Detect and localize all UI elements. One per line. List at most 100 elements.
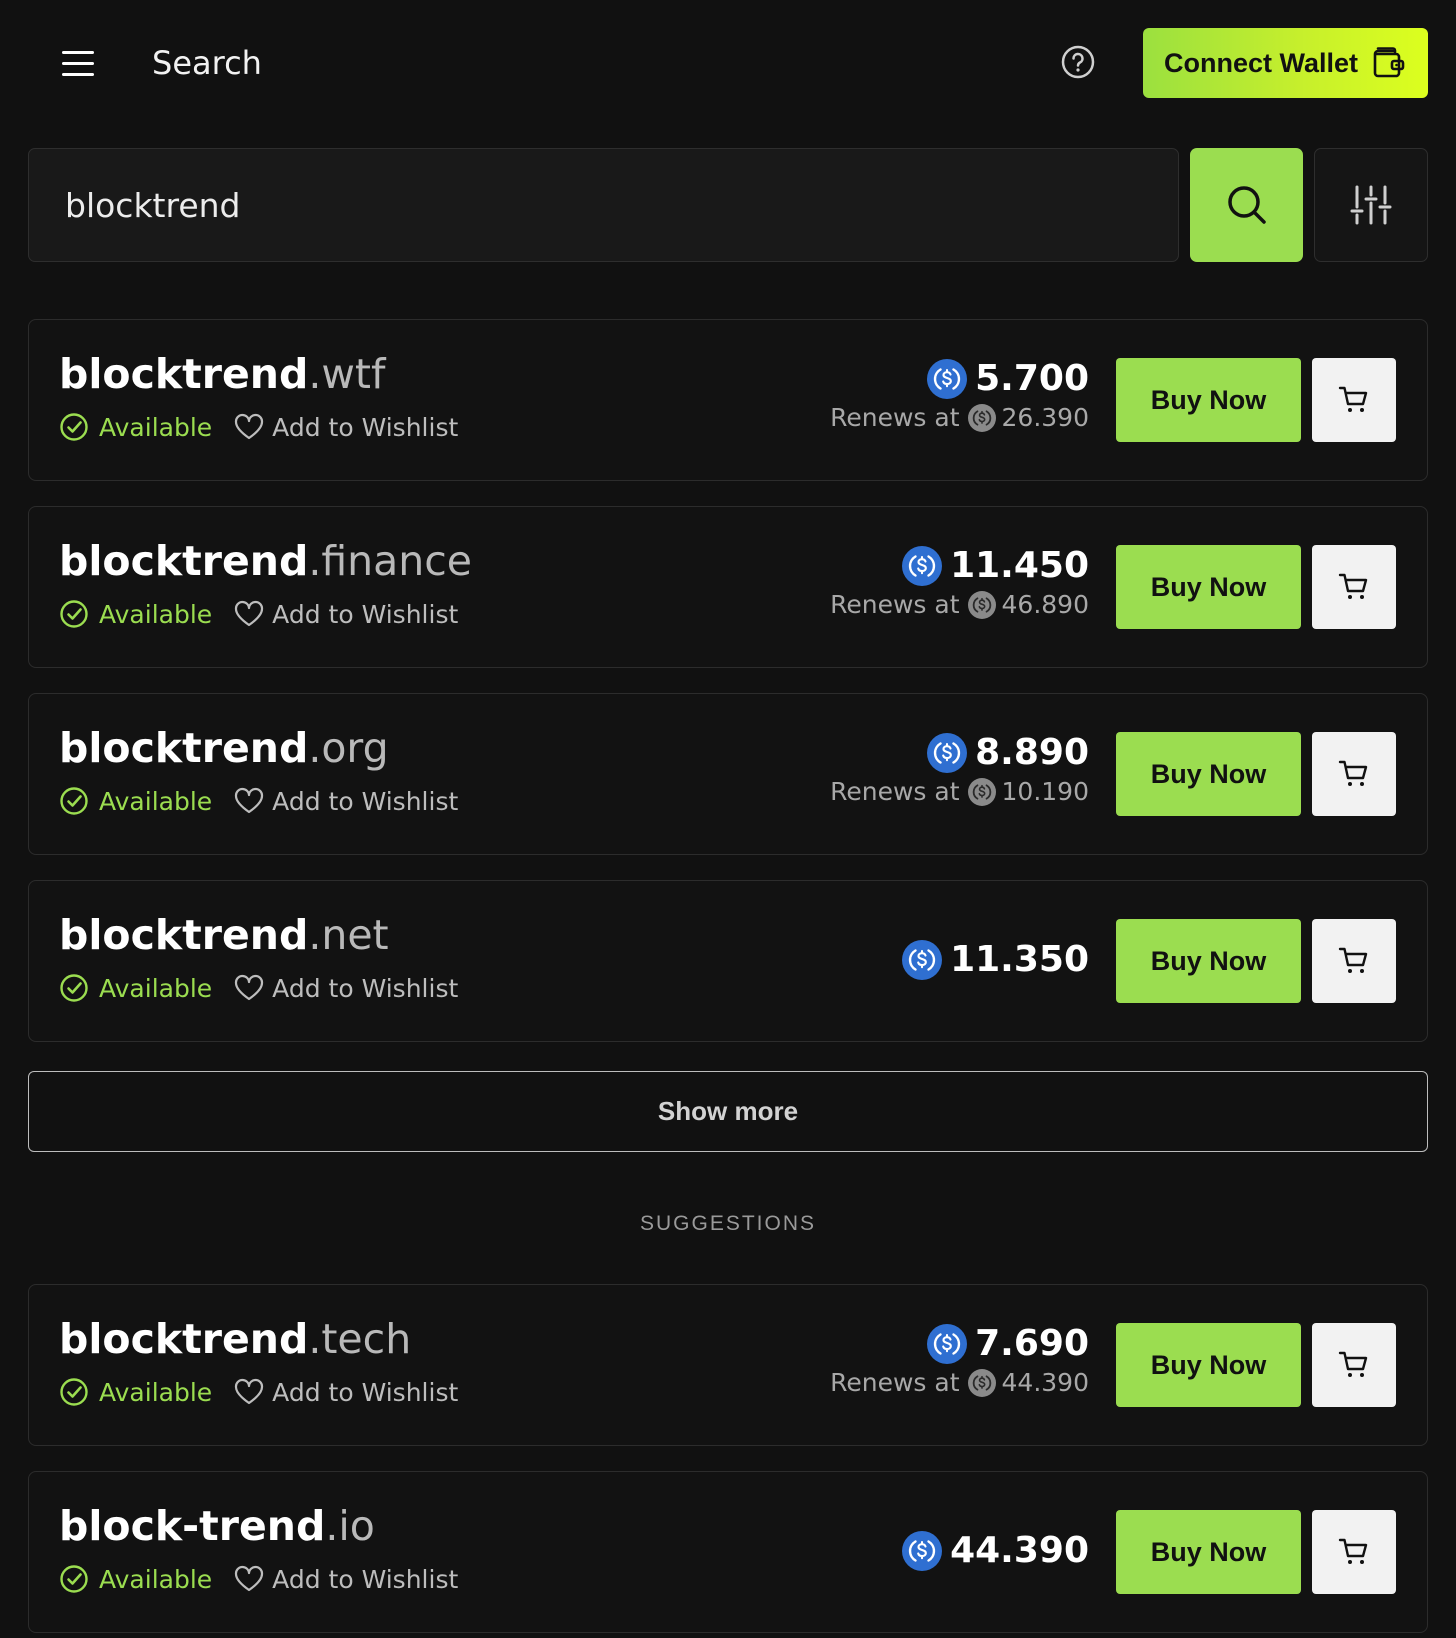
usdc-coin-icon	[927, 1323, 968, 1364]
buy-now-button[interactable]: Buy Now	[1116, 358, 1301, 442]
cart-icon	[1338, 1537, 1370, 1567]
price-value: 11.450	[950, 545, 1089, 586]
usdc-coin-icon	[967, 1368, 996, 1397]
domain-tld: .org	[308, 724, 389, 772]
cart-icon	[1338, 946, 1370, 976]
search-icon	[1225, 183, 1269, 227]
domain-name: blocktrend.tech	[59, 1315, 411, 1363]
heart-icon	[234, 600, 264, 628]
renew-label: Renews at	[830, 777, 960, 806]
wishlist-label: Add to Wishlist	[272, 786, 459, 816]
domain-tld: .net	[308, 911, 389, 959]
usdc-coin-icon	[927, 732, 968, 773]
heart-icon	[234, 413, 264, 441]
menu-icon[interactable]	[56, 42, 102, 82]
check-circle-icon	[59, 1377, 89, 1407]
usdc-coin-icon	[967, 403, 996, 432]
price-value: 5.700	[975, 358, 1089, 399]
check-circle-icon	[59, 1564, 89, 1594]
domain-tld: .wtf	[308, 350, 386, 398]
price-value: 8.890	[975, 732, 1089, 773]
price-value: 44.390	[950, 1530, 1089, 1571]
connect-wallet-label: Connect Wallet	[1164, 47, 1359, 78]
domain-card: blocktrend.org Available Add to Wishlist…	[28, 693, 1428, 855]
domain-base: blocktrend	[59, 350, 309, 398]
check-circle-icon	[59, 786, 89, 816]
usdc-coin-icon	[902, 545, 943, 586]
usdc-coin-icon	[902, 1530, 943, 1571]
renew-price: 44.390	[1001, 1368, 1089, 1397]
search-input[interactable]	[28, 148, 1179, 262]
wishlist-label: Add to Wishlist	[272, 1564, 459, 1594]
add-to-wishlist[interactable]: Add to Wishlist	[234, 600, 458, 629]
buy-now-button[interactable]: Buy Now	[1116, 1510, 1301, 1594]
domain-base: blocktrend	[59, 724, 309, 772]
status-available: Available	[99, 973, 213, 1003]
wishlist-label: Add to Wishlist	[272, 973, 459, 1003]
price-value: 11.350	[950, 939, 1089, 980]
add-to-cart-button[interactable]	[1312, 358, 1396, 442]
filter-button[interactable]	[1314, 148, 1428, 262]
add-to-wishlist[interactable]: Add to Wishlist	[234, 974, 458, 1003]
add-to-cart-button[interactable]	[1312, 919, 1396, 1003]
buy-now-button[interactable]: Buy Now	[1116, 919, 1301, 1003]
buy-now-button[interactable]: Buy Now	[1116, 1323, 1301, 1407]
cart-icon	[1338, 385, 1370, 415]
domain-tld: .finance	[308, 537, 473, 585]
add-to-cart-button[interactable]	[1312, 545, 1396, 629]
add-to-wishlist[interactable]: Add to Wishlist	[234, 787, 458, 816]
heart-icon	[234, 787, 264, 815]
connect-wallet-button[interactable]: Connect Wallet	[1143, 28, 1428, 98]
domain-base: block-trend	[59, 1502, 326, 1550]
filter-icon	[1349, 183, 1393, 227]
domain-card: blocktrend.wtf Available Add to Wishlist…	[28, 319, 1428, 481]
add-to-wishlist[interactable]: Add to Wishlist	[234, 413, 458, 442]
cart-icon	[1338, 572, 1370, 602]
wallet-icon	[1372, 47, 1406, 79]
search-button[interactable]	[1190, 148, 1303, 262]
show-more-button[interactable]: Show more	[28, 1071, 1428, 1152]
status-available: Available	[99, 1564, 213, 1594]
renew-label: Renews at	[830, 590, 960, 619]
status-available: Available	[99, 1377, 213, 1407]
add-to-cart-button[interactable]	[1312, 1510, 1396, 1594]
domain-base: blocktrend	[59, 1315, 309, 1363]
suggestions-heading: SUGGESTIONS	[639, 1212, 817, 1235]
domain-base: blocktrend	[59, 537, 309, 585]
renew-label: Renews at	[830, 1368, 960, 1397]
buy-now-button[interactable]: Buy Now	[1116, 545, 1301, 629]
check-circle-icon	[59, 412, 89, 442]
heart-icon	[234, 1565, 264, 1593]
add-to-wishlist[interactable]: Add to Wishlist	[234, 1565, 458, 1594]
usdc-coin-icon	[967, 590, 996, 619]
domain-base: blocktrend	[59, 911, 309, 959]
add-to-cart-button[interactable]	[1312, 732, 1396, 816]
check-circle-icon	[59, 599, 89, 629]
heart-icon	[234, 1378, 264, 1406]
cart-icon	[1338, 1350, 1370, 1380]
page-title: Search	[152, 44, 262, 82]
domain-name: block-trend.io	[59, 1502, 375, 1550]
usdc-coin-icon	[902, 939, 943, 980]
add-to-wishlist[interactable]: Add to Wishlist	[234, 1378, 458, 1407]
status-available: Available	[99, 412, 213, 442]
wishlist-label: Add to Wishlist	[272, 599, 459, 629]
renew-price: 10.190	[1001, 777, 1089, 806]
wishlist-label: Add to Wishlist	[272, 1377, 459, 1407]
help-icon[interactable]	[1060, 44, 1096, 80]
wishlist-label: Add to Wishlist	[272, 412, 459, 442]
heart-icon	[234, 974, 264, 1002]
buy-now-button[interactable]: Buy Now	[1116, 732, 1301, 816]
domain-name: blocktrend.org	[59, 724, 389, 772]
domain-card: blocktrend.net Available Add to Wishlist…	[28, 880, 1428, 1042]
domain-card: blocktrend.finance Available Add to Wish…	[28, 506, 1428, 668]
domain-name: blocktrend.finance	[59, 537, 472, 585]
app-header: Search Connect Wallet	[0, 0, 1456, 128]
price-value: 7.690	[975, 1323, 1089, 1364]
domain-name: blocktrend.net	[59, 911, 389, 959]
status-available: Available	[99, 599, 213, 629]
add-to-cart-button[interactable]	[1312, 1323, 1396, 1407]
domain-tld: .tech	[308, 1315, 412, 1363]
renew-price: 46.890	[1001, 590, 1089, 619]
domain-tld: .io	[325, 1502, 375, 1550]
